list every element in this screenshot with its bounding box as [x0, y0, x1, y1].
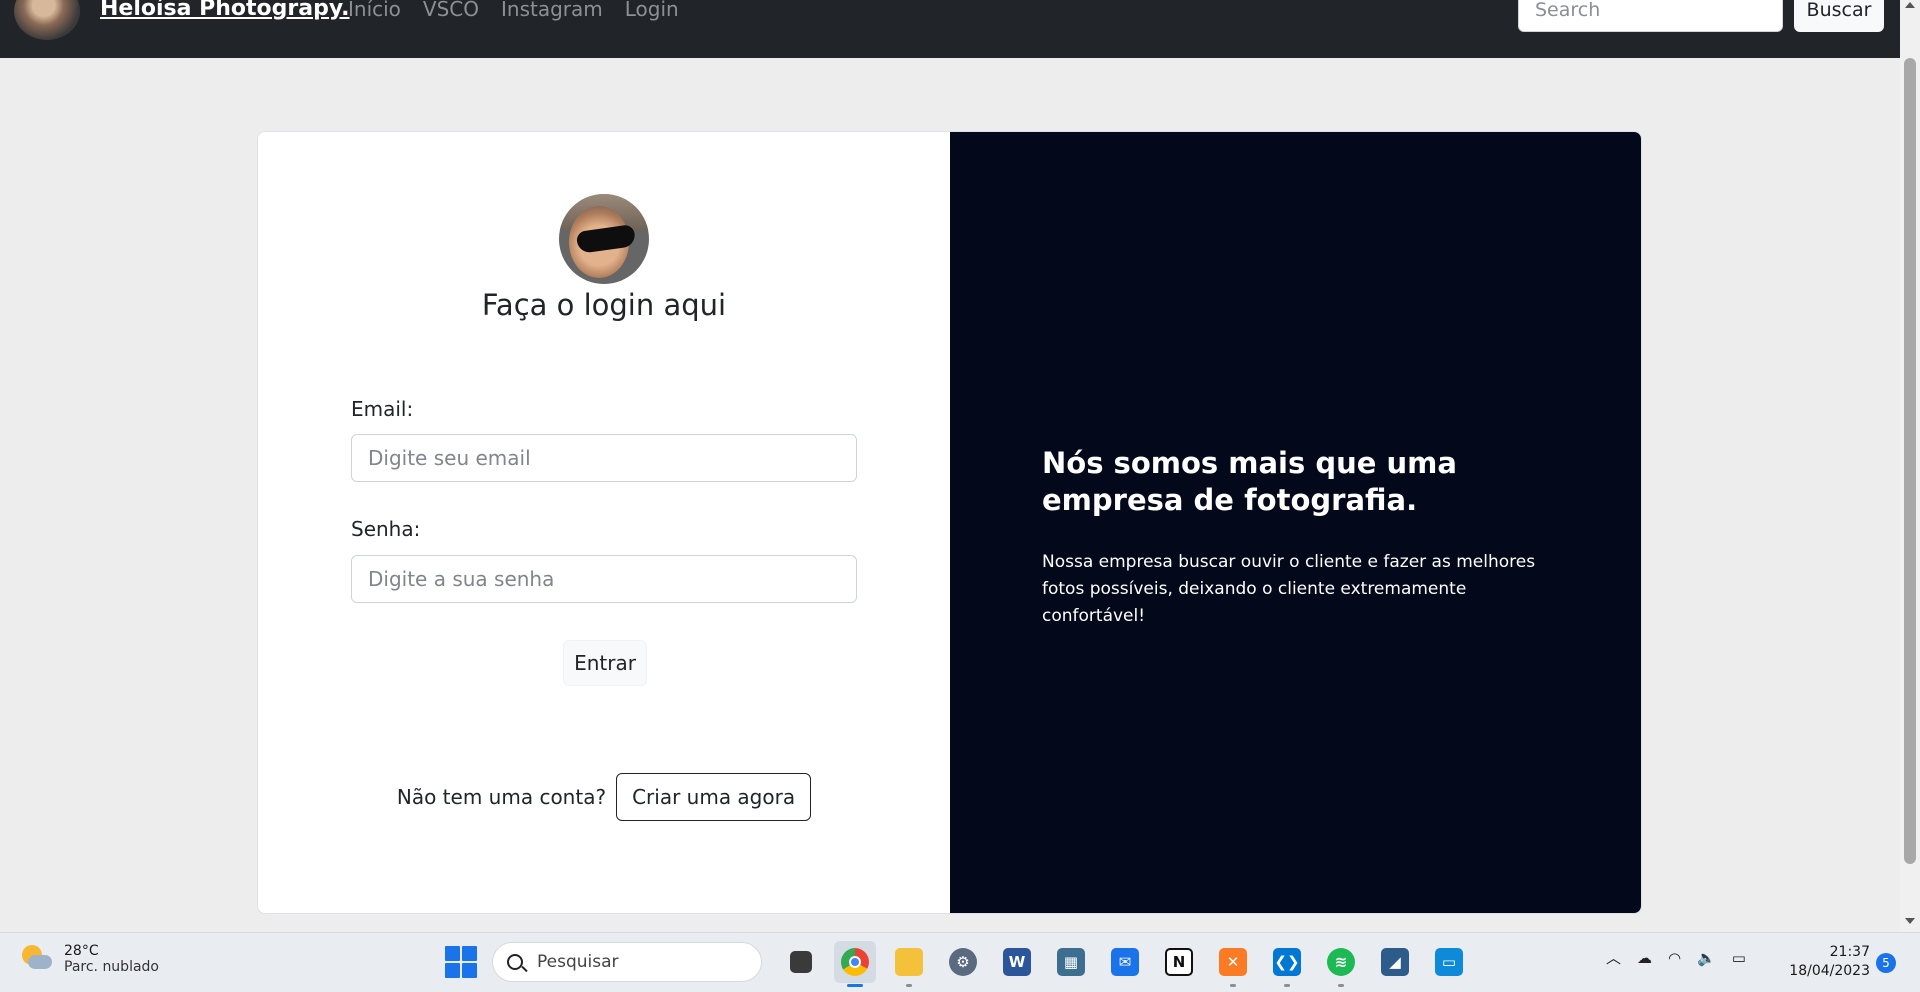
search-button[interactable]: Buscar: [1794, 0, 1884, 32]
mysql-workbench-icon[interactable]: ◢: [1374, 941, 1416, 983]
scroll-down-arrow-icon[interactable]: [1905, 918, 1915, 924]
weather-desc: Parc. nublado: [64, 959, 159, 975]
settings-icon[interactable]: ⚙: [942, 941, 984, 983]
login-pane: Faça o login aqui Email: Senha: Entrar N…: [258, 132, 950, 913]
search-icon: [507, 954, 523, 970]
remote-desktop-icon[interactable]: ▭: [1428, 941, 1470, 983]
top-navbar: Heloísa Photograpy. Início VSCO Instagra…: [0, 0, 1900, 58]
login-submit-button[interactable]: Entrar: [563, 640, 647, 686]
vscode-icon[interactable]: ❮❯: [1266, 941, 1308, 987]
windows-start-icon[interactable]: [445, 946, 477, 978]
partly-cloudy-icon: [20, 943, 52, 975]
nav-link-inicio[interactable]: Início: [348, 0, 401, 21]
search-input[interactable]: [1518, 0, 1783, 32]
taskbar-search-label: Pesquisar: [537, 952, 619, 972]
signup-row: Não tem uma conta? Criar uma agora: [258, 773, 950, 821]
hero-title: Nós somos mais que uma empresa de fotogr…: [1042, 446, 1457, 517]
nav-link-login[interactable]: Login: [625, 0, 679, 21]
calculator-icon[interactable]: ▦: [1050, 941, 1092, 983]
word-icon[interactable]: W: [996, 941, 1038, 983]
taskbar-apps: Pesquisar ⚙ W ▦ ✉ N ✕ ❮❯ ≋ ◢ ▭: [445, 941, 1476, 987]
notion-icon[interactable]: N: [1158, 941, 1200, 983]
windows-taskbar: 28°C Parc. nublado Pesquisar ⚙ W ▦ ✉ N ✕…: [0, 932, 1920, 992]
brand-avatar: [14, 0, 80, 40]
page-scrollbar[interactable]: [1900, 0, 1920, 932]
chrome-icon[interactable]: [834, 941, 876, 987]
nav-links: Início VSCO Instagram Login: [348, 0, 701, 21]
hero-pane: Nós somos mais que uma empresa de fotogr…: [950, 132, 1641, 913]
password-label: Senha:: [351, 517, 421, 541]
spotify-icon[interactable]: ≋: [1320, 941, 1362, 987]
taskbar-clock[interactable]: 21:37 18/04/2023: [1780, 943, 1870, 981]
chevron-up-icon[interactable]: ︿: [1606, 947, 1621, 968]
hero-text: Nossa empresa buscar ouvir o cliente e f…: [1042, 552, 1536, 626]
xampp-icon[interactable]: ✕: [1212, 941, 1254, 987]
scroll-up-arrow-icon[interactable]: [1905, 2, 1915, 8]
password-field[interactable]: [351, 555, 857, 603]
email-field[interactable]: [351, 434, 857, 482]
email-label: Email:: [351, 397, 414, 421]
login-card: Faça o login aqui Email: Senha: Entrar N…: [257, 131, 1642, 914]
wifi-icon[interactable]: ◠: [1668, 949, 1681, 967]
create-account-button[interactable]: Criar uma agora: [616, 773, 812, 821]
nav-link-vsco[interactable]: VSCO: [423, 0, 479, 21]
mail-icon[interactable]: ✉: [1104, 941, 1146, 983]
brand-link[interactable]: Heloísa Photograpy.: [100, 0, 350, 21]
onedrive-error-icon[interactable]: ☁: [1637, 949, 1652, 967]
weather-widget[interactable]: 28°C Parc. nublado: [20, 943, 159, 975]
profile-avatar: [559, 194, 649, 284]
clock-time: 21:37: [1829, 944, 1870, 960]
nav-link-instagram[interactable]: Instagram: [501, 0, 603, 21]
system-tray: ︿ ☁ ◠ 🔈 ▭: [1606, 947, 1762, 968]
no-account-text: Não tem uma conta?: [396, 785, 607, 809]
task-view-icon[interactable]: [780, 941, 822, 983]
battery-icon[interactable]: ▭: [1732, 949, 1746, 967]
login-title: Faça o login aqui: [481, 288, 727, 322]
notification-badge[interactable]: 5: [1876, 953, 1896, 973]
taskbar-search[interactable]: Pesquisar: [492, 942, 762, 982]
weather-temp: 28°C: [64, 943, 99, 959]
volume-icon[interactable]: 🔈: [1697, 949, 1716, 967]
file-explorer-icon[interactable]: [888, 941, 930, 987]
clock-date: 18/04/2023: [1789, 963, 1870, 979]
scroll-thumb[interactable]: [1904, 58, 1916, 864]
